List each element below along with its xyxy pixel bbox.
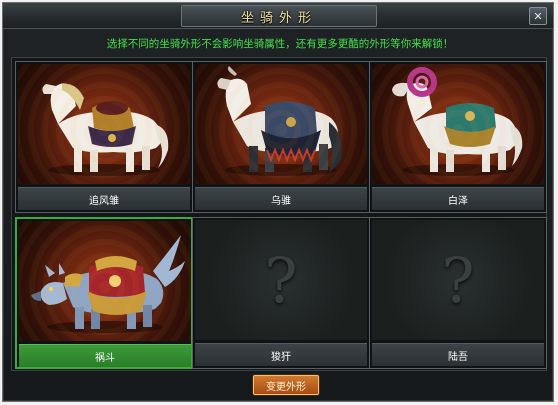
- mount-appearance-window: 坐骑外形 ✕ 选择不同的坐骑外形不会影响坐骑属性，还有更多更酷的外形等你来解锁！: [2, 2, 554, 402]
- question-mark-icon: ?: [264, 244, 298, 317]
- armored-wolf-illustration: [19, 221, 191, 341]
- mount-card-2[interactable]: 乌骓: [192, 61, 370, 213]
- mount-card-3[interactable]: 白泽: [369, 61, 547, 213]
- change-appearance-button[interactable]: 变更外形: [253, 375, 319, 395]
- window-title: 坐骑外形: [240, 10, 317, 26]
- dark-horse-illustration: [195, 64, 367, 184]
- white-ram-beast-illustration: [372, 64, 544, 184]
- mount-card-4[interactable]: 祸斗: [15, 217, 193, 369]
- locked-slot: ?: [372, 220, 544, 340]
- mount-card-1[interactable]: 追风雏: [15, 61, 193, 213]
- mount-name: 白泽: [372, 187, 544, 210]
- mount-grid: 追风雏 乌骓 白泽 祸斗 ? 狻犴 ? 陆吾: [11, 57, 547, 371]
- mount-card-5[interactable]: ? 狻犴: [192, 217, 370, 369]
- close-button[interactable]: ✕: [529, 7, 547, 25]
- white-horse-illustration: [18, 64, 190, 184]
- titlebar: 坐骑外形 ✕: [3, 3, 553, 29]
- mount-name: 祸斗: [19, 344, 191, 367]
- title-plate: 坐骑外形: [181, 5, 377, 27]
- mount-name: 狻犴: [195, 343, 367, 366]
- question-mark-icon: ?: [441, 244, 475, 317]
- mount-name: 乌骓: [195, 187, 367, 210]
- hint-text: 选择不同的坐骑外形不会影响坐骑属性，还有更多更酷的外形等你来解锁！: [106, 38, 454, 50]
- mount-card-6[interactable]: ? 陆吾: [369, 217, 547, 369]
- mount-name: 追风雏: [18, 187, 190, 210]
- locked-slot: ?: [195, 220, 367, 340]
- mount-name: 陆吾: [372, 343, 544, 366]
